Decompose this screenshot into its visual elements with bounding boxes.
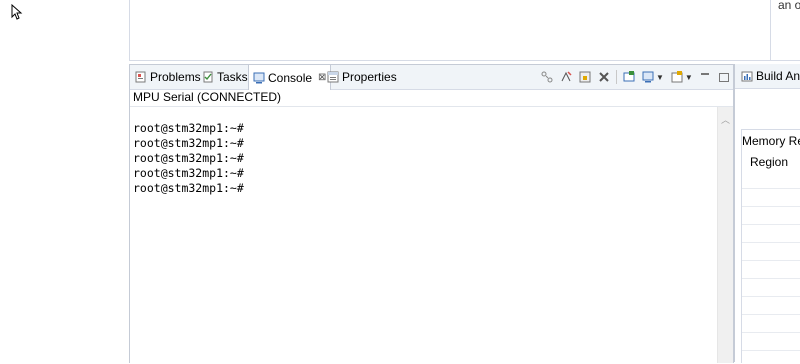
chevron-down-icon[interactable]: ▼ [685,73,693,82]
build-analyzer-icon [741,71,753,82]
table-row [742,278,800,279]
scroll-up-icon[interactable]: ︿ [721,113,730,126]
table-row [742,260,800,261]
console-lines: root@stm32mp1:~# root@stm32mp1:~# root@s… [133,121,244,196]
pin-console-icon[interactable] [559,70,573,84]
tab-label: Tasks [217,70,248,84]
console-line: root@stm32mp1:~# [133,136,244,150]
memory-regions-header[interactable]: Memory Re [742,134,800,148]
table-row [742,206,800,207]
tasks-icon [203,71,213,83]
console-panel: Problems Tasks Console ⊠ Properties ▼ ▼ … [129,64,734,364]
chevron-down-icon[interactable]: ▼ [656,73,664,82]
minimize-icon[interactable] [700,73,709,75]
console-icon [253,72,265,83]
outline-text: an o [778,0,800,12]
console-line: root@stm32mp1:~# [133,166,244,180]
problems-icon [135,71,146,83]
table-row [742,224,800,225]
console-line: root@stm32mp1:~# [133,181,244,195]
remove-console-icon[interactable] [597,70,611,84]
editor-area[interactable] [129,0,771,61]
open-console-icon[interactable] [622,70,636,84]
tab-label: Console [268,70,313,85]
new-console-icon[interactable] [670,70,684,84]
disconnect-icon[interactable] [540,70,554,84]
console-line: root@stm32mp1:~# [133,151,244,165]
scroll-lock-icon[interactable] [578,70,592,84]
tab-console[interactable]: Console ⊠ [248,65,332,90]
column-header-region[interactable]: Region [750,155,788,169]
console-line: root@stm32mp1:~# [133,121,244,135]
console-toolbar: ▼ ▼ [540,68,729,86]
properties-icon [327,71,339,83]
table-row [742,242,800,243]
tab-properties[interactable]: Properties [327,65,397,89]
tab-label: Problems [150,70,201,84]
table-row [742,296,800,297]
mouse-cursor-icon [11,4,23,20]
close-icon[interactable]: ⊠ [318,72,326,83]
table-row [742,350,800,351]
table-row [742,332,800,333]
tab-problems[interactable]: Problems [135,65,201,89]
table-row [742,188,800,189]
maximize-icon[interactable] [718,72,729,82]
build-analyzer-panel: Build Ana Memory Re Region [734,64,800,363]
console-title: MPU Serial (CONNECTED) [133,90,282,104]
left-workspace [0,0,127,362]
tab-build-analyzer[interactable]: Build Ana [741,69,800,83]
vertical-scrollbar[interactable] [717,107,733,363]
display-console-icon[interactable] [641,70,655,84]
tab-label: Properties [342,70,397,84]
tab-tasks[interactable]: Tasks [202,65,248,89]
table-row [742,314,800,315]
tab-label: Build Ana [756,69,800,83]
